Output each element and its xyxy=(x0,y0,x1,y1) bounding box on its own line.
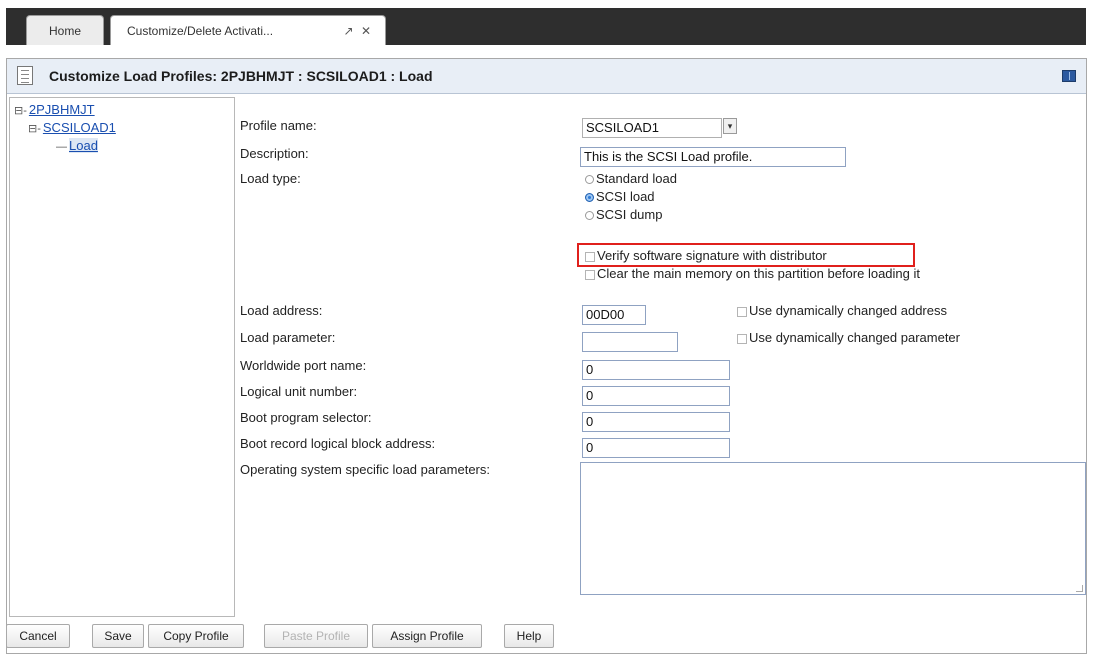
tab-home[interactable]: Home xyxy=(26,15,104,45)
checkbox-label: Verify software signature with distribut… xyxy=(597,248,827,263)
tree-node-profile[interactable]: ⊟- SCSILOAD1 xyxy=(28,120,116,135)
copy-profile-button[interactable]: Copy Profile xyxy=(148,624,244,648)
wwpn-field[interactable]: 0 xyxy=(582,360,730,380)
dynamic-parameter-checkbox[interactable]: Use dynamically changed parameter xyxy=(737,330,960,345)
profile-tree: ⊟- 2PJBHMJT ⊟- SCSILOAD1 — Load xyxy=(9,97,235,617)
window-title: Customize Load Profiles: 2PJBHMJT : SCSI… xyxy=(49,68,433,84)
radio-scsi-load[interactable]: SCSI load xyxy=(585,189,655,204)
lun-field[interactable]: 0 xyxy=(582,386,730,406)
radio-selected-icon xyxy=(585,193,594,203)
help-button[interactable]: Help xyxy=(504,624,554,648)
resize-handle-icon[interactable] xyxy=(1076,585,1083,592)
radio-label: SCSI load xyxy=(596,189,655,204)
paste-profile-button: Paste Profile xyxy=(264,624,368,648)
tree-node-load[interactable]: — Load xyxy=(56,138,98,153)
boot-program-label: Boot program selector: xyxy=(240,410,372,425)
chevron-down-icon[interactable]: ▾ xyxy=(723,118,737,134)
radio-icon xyxy=(585,211,594,221)
window-title-bar: Customize Load Profiles: 2PJBHMJT : SCSI… xyxy=(7,59,1086,94)
radio-scsi-dump[interactable]: SCSI dump xyxy=(585,207,662,222)
profile-name-select[interactable]: SCSILOAD1 xyxy=(582,118,722,138)
load-type-label: Load type: xyxy=(240,171,301,186)
os-params-label: Operating system specific load parameter… xyxy=(240,462,490,477)
popout-icon[interactable]: ↗ xyxy=(344,24,354,38)
tree-link-load[interactable]: Load xyxy=(69,138,98,153)
clear-memory-checkbox[interactable]: Clear the main memory on this partition … xyxy=(585,266,920,281)
radio-label: Standard load xyxy=(596,171,677,186)
assign-profile-button[interactable]: Assign Profile xyxy=(372,624,482,648)
boot-record-field[interactable]: 0 xyxy=(582,438,730,458)
tree-link-profile[interactable]: SCSILOAD1 xyxy=(43,120,116,135)
close-icon[interactable]: ✕ xyxy=(361,24,371,38)
tree-link-root[interactable]: 2PJBHMJT xyxy=(29,102,95,117)
checkbox-label: Clear the main memory on this partition … xyxy=(597,266,920,281)
checkbox-label: Use dynamically changed address xyxy=(749,303,947,318)
boot-record-label: Boot record logical block address: xyxy=(240,436,436,451)
checkbox-icon xyxy=(585,251,595,262)
load-address-label: Load address: xyxy=(240,303,323,318)
load-address-field[interactable]: 00D00 xyxy=(582,305,646,325)
checkbox-label: Use dynamically changed parameter xyxy=(749,330,960,345)
load-parameter-field[interactable] xyxy=(582,332,678,352)
load-parameter-label: Load parameter: xyxy=(240,330,336,345)
collapse-icon[interactable]: ⊟- xyxy=(28,123,41,135)
boot-program-field[interactable]: 0 xyxy=(582,412,730,432)
help-book-icon[interactable] xyxy=(1062,70,1076,82)
os-params-textarea[interactable] xyxy=(580,462,1086,595)
lun-label: Logical unit number: xyxy=(240,384,358,399)
verify-signature-checkbox[interactable]: Verify software signature with distribut… xyxy=(585,248,827,263)
cancel-button[interactable]: Cancel xyxy=(6,624,70,648)
tab-bar: Home Customize/Delete Activati... ↗ ✕ xyxy=(6,8,1086,45)
radio-icon xyxy=(585,175,594,185)
radio-standard-load[interactable]: Standard load xyxy=(585,171,677,186)
document-icon xyxy=(17,66,33,85)
tree-leaf-line: — xyxy=(56,141,67,153)
tab-customize-delete-activation[interactable]: Customize/Delete Activati... ↗ ✕ xyxy=(110,15,386,45)
wwpn-label: Worldwide port name: xyxy=(240,358,367,373)
dynamic-address-checkbox[interactable]: Use dynamically changed address xyxy=(737,303,947,318)
save-button[interactable]: Save xyxy=(92,624,144,648)
tree-node-root[interactable]: ⊟- 2PJBHMJT xyxy=(14,102,95,117)
checkbox-icon xyxy=(737,306,747,317)
tab-label: Customize/Delete Activati... xyxy=(127,24,274,38)
description-label: Description: xyxy=(240,146,309,161)
profile-name-label: Profile name: xyxy=(240,118,317,133)
description-field[interactable]: This is the SCSI Load profile. xyxy=(580,147,846,167)
checkbox-icon xyxy=(585,269,595,280)
checkbox-icon xyxy=(737,333,747,344)
collapse-icon[interactable]: ⊟- xyxy=(14,105,27,117)
radio-label: SCSI dump xyxy=(596,207,663,222)
